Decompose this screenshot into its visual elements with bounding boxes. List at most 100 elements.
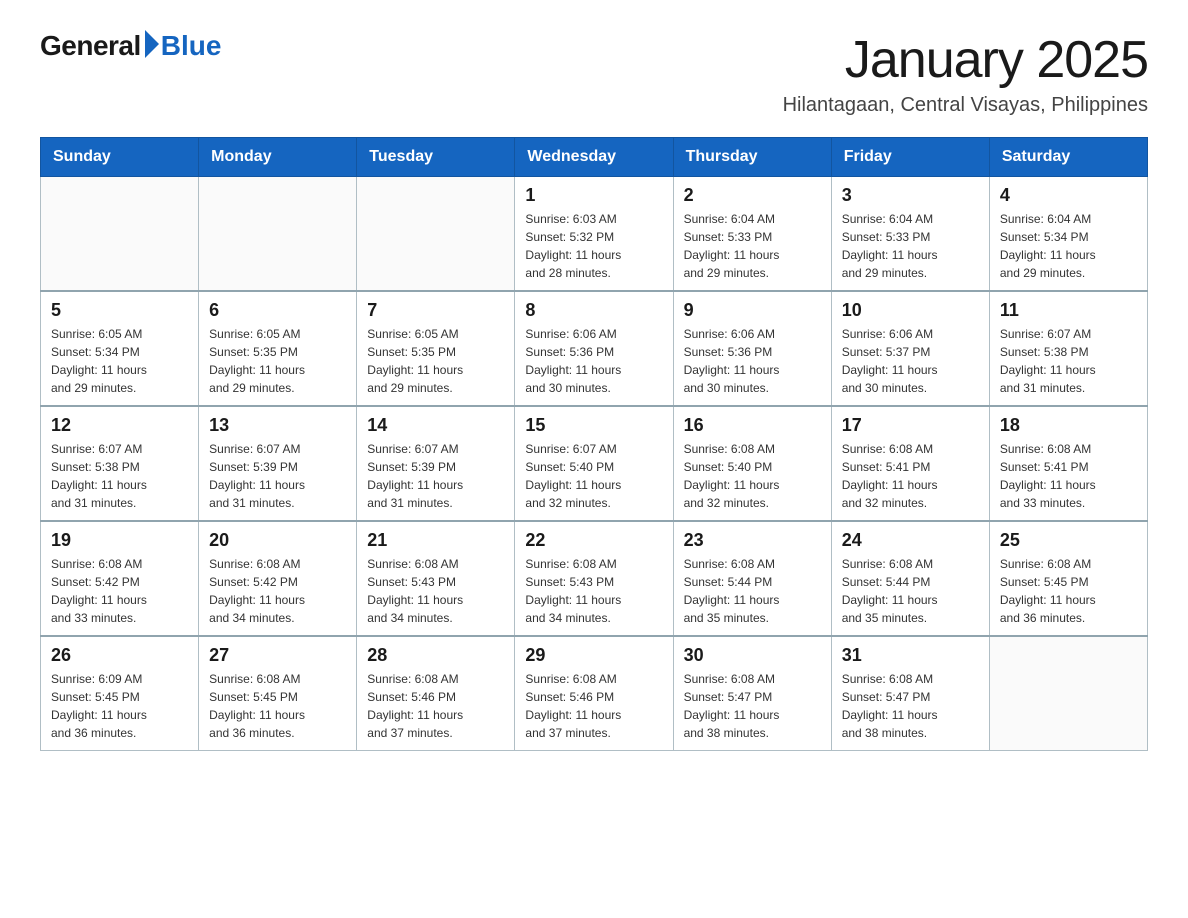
day-info: Sunrise: 6:07 AM Sunset: 5:40 PM Dayligh… [525,440,662,512]
calendar-cell: 19 Sunrise: 6:08 AM Sunset: 5:42 PM Dayli… [41,521,199,636]
calendar-cell: 20 Sunrise: 6:08 AM Sunset: 5:42 PM Dayli… [199,521,357,636]
column-header-sunday: Sunday [41,138,199,177]
title-section: January 2025 Hilantagaan, Central Visaya… [783,30,1148,117]
calendar-cell: 31 Sunrise: 6:08 AM Sunset: 5:47 PM Dayli… [831,636,989,751]
day-info: Sunrise: 6:08 AM Sunset: 5:42 PM Dayligh… [209,555,346,627]
calendar-cell: 12Sunrise: 6:07 AM Sunset: 5:38 PM Dayli… [41,406,199,521]
calendar-cell: 21 Sunrise: 6:08 AM Sunset: 5:43 PM Dayli… [357,521,515,636]
day-number: 30 [684,645,821,666]
day-number: 14 [367,415,504,436]
day-number: 23 [684,530,821,551]
calendar-table: SundayMondayTuesdayWednesdayThursdayFrid… [40,137,1148,751]
day-number: 10 [842,300,979,321]
column-header-thursday: Thursday [673,138,831,177]
calendar-cell: 18Sunrise: 6:08 AM Sunset: 5:41 PM Dayli… [989,406,1147,521]
column-header-monday: Monday [199,138,357,177]
day-info: Sunrise: 6:06 AM Sunset: 5:36 PM Dayligh… [684,325,821,397]
day-number: 7 [367,300,504,321]
calendar-header-row: SundayMondayTuesdayWednesdayThursdayFrid… [41,138,1148,177]
day-info: Sunrise: 6:08 AM Sunset: 5:47 PM Dayligh… [842,670,979,742]
calendar-cell [199,177,357,292]
calendar-cell: 9 Sunrise: 6:06 AM Sunset: 5:36 PM Daylig… [673,291,831,406]
location-subtitle: Hilantagaan, Central Visayas, Philippine… [783,94,1148,117]
calendar-cell: 2Sunrise: 6:04 AM Sunset: 5:33 PM Daylig… [673,177,831,292]
calendar-cell: 22 Sunrise: 6:08 AM Sunset: 5:43 PM Dayli… [515,521,673,636]
day-number: 22 [525,530,662,551]
calendar-cell [357,177,515,292]
day-number: 24 [842,530,979,551]
calendar-cell: 7 Sunrise: 6:05 AM Sunset: 5:35 PM Daylig… [357,291,515,406]
day-number: 6 [209,300,346,321]
calendar-cell: 4Sunrise: 6:04 AM Sunset: 5:34 PM Daylig… [989,177,1147,292]
calendar-cell [41,177,199,292]
day-number: 26 [51,645,188,666]
calendar-cell: 13 Sunrise: 6:07 AM Sunset: 5:39 PM Dayli… [199,406,357,521]
day-info: Sunrise: 6:08 AM Sunset: 5:43 PM Dayligh… [367,555,504,627]
day-info: Sunrise: 6:05 AM Sunset: 5:35 PM Dayligh… [367,325,504,397]
calendar-week-row: 12Sunrise: 6:07 AM Sunset: 5:38 PM Dayli… [41,406,1148,521]
calendar-cell: 29 Sunrise: 6:08 AM Sunset: 5:46 PM Dayli… [515,636,673,751]
calendar-cell: 23 Sunrise: 6:08 AM Sunset: 5:44 PM Dayli… [673,521,831,636]
day-info: Sunrise: 6:07 AM Sunset: 5:38 PM Dayligh… [1000,325,1137,397]
logo-triangle-icon [145,30,159,58]
day-info: Sunrise: 6:08 AM Sunset: 5:42 PM Dayligh… [51,555,188,627]
day-info: Sunrise: 6:08 AM Sunset: 5:45 PM Dayligh… [1000,555,1137,627]
page-header: General Blue January 2025 Hilantagaan, C… [40,30,1148,117]
calendar-cell: 25 Sunrise: 6:08 AM Sunset: 5:45 PM Dayli… [989,521,1147,636]
day-number: 16 [684,415,821,436]
calendar-week-row: 26 Sunrise: 6:09 AM Sunset: 5:45 PM Dayli… [41,636,1148,751]
day-info: Sunrise: 6:08 AM Sunset: 5:44 PM Dayligh… [842,555,979,627]
day-number: 11 [1000,300,1137,321]
day-number: 31 [842,645,979,666]
day-number: 3 [842,185,979,206]
day-info: Sunrise: 6:08 AM Sunset: 5:46 PM Dayligh… [525,670,662,742]
column-header-friday: Friday [831,138,989,177]
calendar-cell: 14 Sunrise: 6:07 AM Sunset: 5:39 PM Dayli… [357,406,515,521]
day-number: 29 [525,645,662,666]
calendar-cell: 11 Sunrise: 6:07 AM Sunset: 5:38 PM Dayli… [989,291,1147,406]
day-number: 8 [525,300,662,321]
calendar-cell: 10 Sunrise: 6:06 AM Sunset: 5:37 PM Dayli… [831,291,989,406]
calendar-cell: 15Sunrise: 6:07 AM Sunset: 5:40 PM Dayli… [515,406,673,521]
column-header-tuesday: Tuesday [357,138,515,177]
day-number: 1 [525,185,662,206]
day-info: Sunrise: 6:08 AM Sunset: 5:47 PM Dayligh… [684,670,821,742]
column-header-wednesday: Wednesday [515,138,673,177]
day-number: 25 [1000,530,1137,551]
day-info: Sunrise: 6:08 AM Sunset: 5:46 PM Dayligh… [367,670,504,742]
calendar-cell: 1 Sunrise: 6:03 AM Sunset: 5:32 PM Daylig… [515,177,673,292]
day-info: Sunrise: 6:08 AM Sunset: 5:44 PM Dayligh… [684,555,821,627]
day-info: Sunrise: 6:06 AM Sunset: 5:36 PM Dayligh… [525,325,662,397]
day-info: Sunrise: 6:07 AM Sunset: 5:39 PM Dayligh… [367,440,504,512]
column-header-saturday: Saturday [989,138,1147,177]
day-number: 17 [842,415,979,436]
calendar-cell: 30 Sunrise: 6:08 AM Sunset: 5:47 PM Dayli… [673,636,831,751]
day-info: Sunrise: 6:07 AM Sunset: 5:39 PM Dayligh… [209,440,346,512]
day-number: 20 [209,530,346,551]
day-info: Sunrise: 6:09 AM Sunset: 5:45 PM Dayligh… [51,670,188,742]
calendar-cell: 27Sunrise: 6:08 AM Sunset: 5:45 PM Dayli… [199,636,357,751]
day-number: 13 [209,415,346,436]
calendar-week-row: 1 Sunrise: 6:03 AM Sunset: 5:32 PM Daylig… [41,177,1148,292]
day-info: Sunrise: 6:08 AM Sunset: 5:45 PM Dayligh… [209,670,346,742]
day-info: Sunrise: 6:08 AM Sunset: 5:40 PM Dayligh… [684,440,821,512]
day-number: 2 [684,185,821,206]
day-number: 28 [367,645,504,666]
day-info: Sunrise: 6:08 AM Sunset: 5:43 PM Dayligh… [525,555,662,627]
calendar-cell: 17Sunrise: 6:08 AM Sunset: 5:41 PM Dayli… [831,406,989,521]
calendar-cell: 16 Sunrise: 6:08 AM Sunset: 5:40 PM Dayli… [673,406,831,521]
day-number: 19 [51,530,188,551]
calendar-week-row: 5 Sunrise: 6:05 AM Sunset: 5:34 PM Daylig… [41,291,1148,406]
day-number: 18 [1000,415,1137,436]
day-number: 21 [367,530,504,551]
day-number: 5 [51,300,188,321]
day-info: Sunrise: 6:03 AM Sunset: 5:32 PM Dayligh… [525,210,662,282]
day-info: Sunrise: 6:06 AM Sunset: 5:37 PM Dayligh… [842,325,979,397]
logo: General Blue [40,30,221,62]
day-number: 9 [684,300,821,321]
logo-general-text: General [40,30,141,62]
day-info: Sunrise: 6:05 AM Sunset: 5:34 PM Dayligh… [51,325,188,397]
calendar-cell: 24 Sunrise: 6:08 AM Sunset: 5:44 PM Dayli… [831,521,989,636]
day-info: Sunrise: 6:04 AM Sunset: 5:34 PM Dayligh… [1000,210,1137,282]
day-info: Sunrise: 6:05 AM Sunset: 5:35 PM Dayligh… [209,325,346,397]
